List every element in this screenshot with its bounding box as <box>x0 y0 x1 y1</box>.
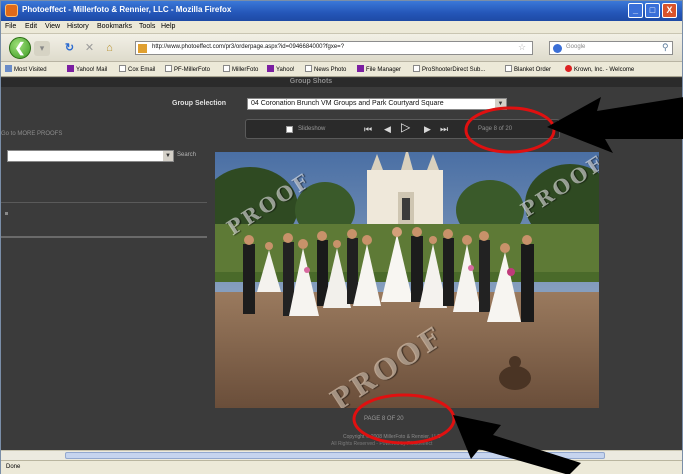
bookmark-news-photo[interactable]: News Photo <box>305 65 346 73</box>
bookmark-folder-icon <box>5 65 12 72</box>
search-icon[interactable]: ⚲ <box>662 42 669 53</box>
page-footer-counter[interactable]: PAGE 8 OF 20 <box>364 416 404 422</box>
bookmark-yahoo-mail[interactable]: Yahoo! Mail <box>67 65 107 73</box>
scrollbar-thumb[interactable] <box>65 452 605 459</box>
menu-file[interactable]: File <box>5 23 16 30</box>
bookmark-file-manager[interactable]: File Manager <box>357 65 401 73</box>
search-button[interactable]: Search <box>177 152 196 158</box>
bookmark-millerfoto[interactable]: MillerFoto <box>223 65 258 73</box>
title-bar: Photoeffect - Millerfoto & Rennier, LLC … <box>1 1 682 21</box>
reload-icon[interactable]: ↻ <box>63 42 76 55</box>
page-icon <box>305 65 312 72</box>
page-icon <box>505 65 512 72</box>
menu-edit[interactable]: Edit <box>25 23 37 30</box>
page-content: Group Shots Group Selection 04 Coronatio… <box>1 78 682 458</box>
status-text: Done <box>6 464 21 470</box>
bookmark-cox-email[interactable]: Cox Email <box>119 65 155 73</box>
page-icon <box>223 65 230 72</box>
home-icon[interactable]: ⌂ <box>103 42 116 55</box>
divider <box>1 236 207 238</box>
google-icon[interactable] <box>553 44 562 53</box>
site-favicon-icon <box>138 44 147 53</box>
slideshow-label: Slideshow <box>298 126 326 132</box>
krown-icon <box>565 65 572 72</box>
horizontal-scrollbar[interactable] <box>1 450 682 460</box>
bookmark-most-visited[interactable]: Most Visited <box>5 65 47 73</box>
more-proofs-link[interactable]: Go to MORE PROOFS <box>1 131 62 137</box>
bookmark-krown[interactable]: Krown, Inc. - Welcome <box>565 65 634 73</box>
rights-line: All Rights Reserved - Powered by Photoef… <box>331 441 433 447</box>
page-counter: Page 8 of 20 <box>478 126 513 132</box>
group-selection-value[interactable]: 04 Coronation Brunch VM Groups and Park … <box>251 100 444 107</box>
yahoo-icon <box>357 65 364 72</box>
back-button[interactable]: ❮ <box>9 37 31 59</box>
bookmark-proshooterdirect[interactable]: ProShooterDirect Sub... <box>413 65 485 73</box>
page-icon <box>165 65 172 72</box>
browser-window: Photoeffect - Millerfoto & Rennier, LLC … <box>0 0 683 474</box>
window-title: Photoeffect - Millerfoto & Rennier, LLC … <box>22 5 232 14</box>
right-panel-sublabel: Lab <box>665 133 674 139</box>
group-selection-dropdown[interactable]: 04 Coronation Brunch VM Groups and Park … <box>247 98 507 110</box>
minimize-button[interactable]: _ <box>628 3 643 18</box>
history-dropdown-button[interactable]: ▾ <box>34 41 50 56</box>
page-title: Group Shots <box>289 78 333 85</box>
page-icon <box>413 65 420 72</box>
bookmark-yahoo[interactable]: Yahoo! <box>267 65 295 73</box>
bookmark-star-icon[interactable]: ☆ <box>518 42 526 53</box>
status-bar: Done <box>1 460 682 474</box>
slideshow-controls: Slideshow ⏮ ◀ ▷ ▶ ⏭ Page 8 of 20 <box>245 119 560 139</box>
search-box[interactable]: Google ⚲ <box>549 41 673 55</box>
right-panel-label: Fi <box>669 123 674 129</box>
page-header: Group Shots <box>1 78 682 87</box>
bookmark-pf-millerfoto[interactable]: PF-MillerFoto <box>165 65 210 73</box>
bookmarks-toolbar: Most Visited Yahoo! Mail Cox Email PF-Mi… <box>1 62 682 77</box>
url-text[interactable]: http://www.photoeffect.com/pr3/orderpage… <box>152 44 344 50</box>
group-selection-label: Group Selection <box>172 100 227 107</box>
dropdown-arrow-icon[interactable]: ▼ <box>495 99 506 109</box>
divider <box>1 202 207 203</box>
last-page-icon[interactable]: ⏭ <box>440 123 448 135</box>
page-icon <box>119 65 126 72</box>
yahoo-icon <box>267 65 274 72</box>
copyright-line: Copyright © 2008 MillerFoto & Rennier, L… <box>343 434 441 440</box>
search-placeholder[interactable]: Google <box>566 44 585 50</box>
menu-bar: File Edit View History Bookmarks Tools H… <box>1 21 682 34</box>
maximize-button[interactable]: □ <box>645 3 660 18</box>
close-button[interactable]: X <box>662 3 677 18</box>
next-icon[interactable]: ▶ <box>424 123 431 135</box>
yahoo-icon <box>67 65 74 72</box>
menu-help[interactable]: Help <box>161 23 175 30</box>
left-dropdown[interactable]: ▼ <box>7 150 174 162</box>
slideshow-checkbox[interactable] <box>286 126 293 133</box>
menu-history[interactable]: History <box>67 23 89 30</box>
menu-tools[interactable]: Tools <box>139 23 155 30</box>
stop-icon[interactable]: ✕ <box>83 42 96 55</box>
menu-view[interactable]: View <box>45 23 60 30</box>
menu-bookmarks[interactable]: Bookmarks <box>97 23 132 30</box>
list-marker <box>5 212 8 215</box>
dropdown-arrow-icon[interactable]: ▼ <box>163 151 173 161</box>
navigation-toolbar: ❮ ▾ ↻ ✕ ⌂ http://www.photoeffect.com/pr3… <box>1 34 682 62</box>
play-icon[interactable]: ▷ <box>401 121 410 133</box>
proof-photo[interactable]: PROOF PROOF PROOF <box>215 152 599 408</box>
address-bar[interactable]: http://www.photoeffect.com/pr3/orderpage… <box>135 41 533 55</box>
first-page-icon[interactable]: ⏮ <box>364 123 372 135</box>
firefox-icon <box>5 4 18 17</box>
bookmark-blanket-order[interactable]: Blanket Order <box>505 65 551 73</box>
previous-icon[interactable]: ◀ <box>384 123 391 135</box>
